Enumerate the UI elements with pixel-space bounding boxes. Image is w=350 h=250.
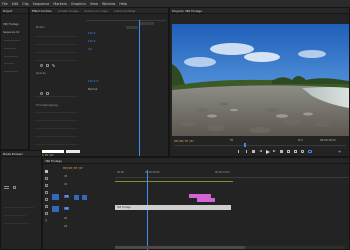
step-back-icon[interactable] xyxy=(259,150,262,152)
track-label: A2 xyxy=(64,217,68,220)
track-header-a1: A1 xyxy=(52,206,114,212)
toggle-sync-lock-icon[interactable] xyxy=(74,195,79,200)
track-label: V2 xyxy=(64,183,68,186)
track-header-v1: V1 xyxy=(52,194,114,202)
menu-bar: File Edit Clip Sequence Markers Graphics View W… xyxy=(0,0,350,7)
position-value[interactable]: 100.0 xyxy=(88,32,95,35)
pen-mask-icon[interactable] xyxy=(52,64,55,67)
tab-audio-clip-mixer[interactable]: Audio Clip Mixer xyxy=(114,9,136,13)
track-label[interactable]: V1 xyxy=(64,195,70,198)
quality-dropdown[interactable]: Full xyxy=(298,139,302,142)
fit-dropdown[interactable]: Fit xyxy=(230,139,233,142)
type-tool-icon[interactable]: T xyxy=(45,219,47,223)
timeline-panel: 360 Footage 00;00;07;07 T V3 V2 V1 A1 A2… xyxy=(42,157,350,250)
duration-readout: 00;00;18;12 xyxy=(320,139,336,142)
razor-tool-icon[interactable] xyxy=(45,191,48,194)
vr-toggle-icon[interactable] xyxy=(308,150,312,153)
ruler-label: 00;00 xyxy=(117,171,124,174)
program-monitor-title[interactable]: Program: 360 Footage xyxy=(172,9,202,13)
scrollbar-thumb[interactable] xyxy=(115,246,245,249)
rectangle-mask-icon[interactable] xyxy=(46,92,49,95)
menu-item-graphics[interactable]: Graphics xyxy=(71,2,86,6)
play-icon[interactable] xyxy=(266,149,270,154)
insert-icon[interactable] xyxy=(287,150,290,153)
project-panel-bottom: Media Browser xyxy=(0,150,42,250)
tab-source[interactable]: Source: (no clips) xyxy=(85,9,108,13)
ellipse-mask-icon[interactable] xyxy=(40,92,43,95)
menu-item-file[interactable]: File xyxy=(2,2,8,6)
effect-controls-panel: Effect Controls Lumetri Scopes Source: (… xyxy=(29,7,169,157)
go-to-in-icon[interactable] xyxy=(252,150,255,153)
video-frame xyxy=(172,24,349,136)
menu-item-clip[interactable]: Clip xyxy=(22,2,28,6)
step-forward-icon[interactable] xyxy=(273,150,276,152)
clip-label: 360 Footage xyxy=(117,206,131,209)
transport-controls: + xyxy=(238,148,348,155)
menu-item-window[interactable]: Window xyxy=(102,2,115,6)
track-select-tool-icon[interactable] xyxy=(45,177,48,180)
time-ruler[interactable]: 00;00 00;00;08;00 00;00;16;00 xyxy=(115,170,349,178)
project-tabs: Project xyxy=(1,8,28,14)
project-item[interactable]: Sequence 01 xyxy=(3,31,19,34)
track-label: V3 xyxy=(64,175,68,178)
program-timecode[interactable]: 00;00;07;07 xyxy=(174,139,194,143)
list-view-icon[interactable] xyxy=(4,186,9,189)
hand-tool-icon[interactable] xyxy=(45,212,48,215)
ripple-edit-tool-icon[interactable] xyxy=(45,184,48,187)
ellipse-mask-icon[interactable] xyxy=(40,64,43,67)
pen-tool-icon[interactable] xyxy=(45,205,48,208)
menu-item-sequence[interactable]: Sequence xyxy=(33,2,50,6)
go-to-out-icon[interactable] xyxy=(280,150,283,153)
track-header-v3: V3 xyxy=(52,174,114,180)
source-patch-a1[interactable] xyxy=(52,206,59,212)
playhead[interactable] xyxy=(147,170,148,250)
timeline-tab[interactable]: 360 Footage xyxy=(45,159,62,163)
motion-label: Motion xyxy=(36,26,45,29)
slip-tool-icon[interactable] xyxy=(45,198,48,201)
project-panel-top: Project 360 Footage Sequence 01 xyxy=(0,7,29,150)
tab-media-browser[interactable]: Media Browser xyxy=(3,152,23,156)
menu-item-markers[interactable]: Markers xyxy=(53,2,67,6)
export-frame-icon[interactable] xyxy=(301,150,304,153)
source-patch-v1[interactable] xyxy=(52,194,59,200)
tab-effect-controls[interactable]: Effect Controls xyxy=(32,9,52,13)
rotation-value[interactable]: 0.0 xyxy=(88,48,92,51)
icon-view-icon[interactable] xyxy=(13,186,16,189)
toggle-output-icon[interactable] xyxy=(82,195,87,200)
overwrite-icon[interactable] xyxy=(294,150,297,153)
project-item[interactable]: 360 Footage xyxy=(3,23,19,26)
opacity-value[interactable]: 100.0 % xyxy=(88,80,99,83)
program-monitor: Program: 360 Footage 00;00;07;07 Fit Ful… xyxy=(169,7,350,157)
effect-controls-tabs: Effect Controls Lumetri Scopes Source: (… xyxy=(30,8,168,14)
horizontal-scrollbar[interactable] xyxy=(115,246,345,249)
add-button-icon[interactable]: + xyxy=(338,149,341,154)
mark-out-icon[interactable] xyxy=(245,150,247,153)
track-header-a3: A3 xyxy=(52,224,114,230)
time-remapping-label: Time Remapping xyxy=(36,104,58,107)
mark-in-icon[interactable] xyxy=(238,150,240,153)
track-header-a2: A2 xyxy=(52,216,114,222)
menu-item-edit[interactable]: Edit xyxy=(12,2,19,6)
scale-value[interactable]: 100.0 xyxy=(88,40,95,43)
selection-tool-icon[interactable] xyxy=(45,170,48,173)
opacity-label: Opacity xyxy=(36,72,46,75)
menu-item-help[interactable]: Help xyxy=(119,2,127,6)
track-label: A3 xyxy=(64,225,68,228)
track-label[interactable]: A1 xyxy=(64,207,70,210)
menu-item-view[interactable]: View xyxy=(90,2,98,6)
track-header-v2: V2 xyxy=(52,182,114,188)
tab-lumetri-scopes[interactable]: Lumetri Scopes xyxy=(58,9,79,13)
fx-clip[interactable] xyxy=(197,198,215,202)
timeline-timecode[interactable]: 00;00;07;07 xyxy=(63,166,83,170)
blend-mode-value[interactable]: Normal xyxy=(88,88,97,91)
rectangle-mask-icon[interactable] xyxy=(46,64,49,67)
tab-project[interactable]: Project xyxy=(3,9,12,13)
video-clip[interactable]: 360 Footage xyxy=(115,205,231,210)
ruler-label: 00;00;16;00 xyxy=(215,171,230,174)
